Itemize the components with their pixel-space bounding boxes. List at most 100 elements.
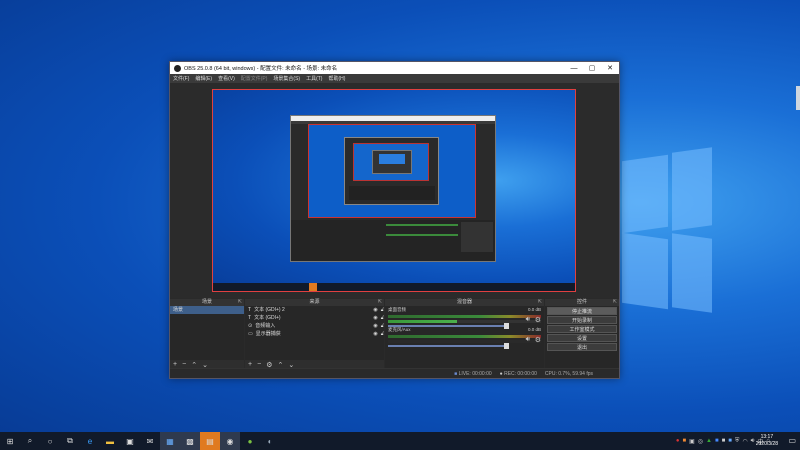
window-title: OBS 25.0.8 (64 bit, windows) - 配置文件: 未命名… xyxy=(184,66,338,72)
taskbar-app-icon[interactable]: ▩ xyxy=(180,432,200,450)
monitor-icon: ▭ xyxy=(248,331,253,337)
scenes-dock: 场景 ⇱ 场景 + − ⌃ ⌄ xyxy=(170,299,244,369)
menu-profile[interactable]: 配置文件(P) xyxy=(241,75,268,82)
add-icon[interactable]: + xyxy=(248,361,252,368)
obs-studio-icon[interactable]: ◉ xyxy=(220,432,240,450)
gear-icon[interactable]: ⚙ xyxy=(535,336,541,344)
start-recording-button[interactable]: 开始录制 xyxy=(547,316,617,324)
volume-slider[interactable] xyxy=(388,343,509,349)
studio-mode-button[interactable]: 工作室模式 xyxy=(547,325,617,333)
source-item[interactable]: T 文本 (GDI+) 2 ◉ 🔓︎ xyxy=(245,306,384,314)
channel-db: 0.0 dB xyxy=(527,327,541,332)
tray-icon[interactable]: ■ xyxy=(728,438,732,444)
mixer-title: 混音器 xyxy=(456,299,472,305)
taskbar-app-icon[interactable]: ▦ xyxy=(160,432,180,450)
volume-meter xyxy=(388,335,541,338)
rec-dot-icon: ● xyxy=(499,370,503,377)
obs-logo-icon xyxy=(174,64,181,72)
mail-icon[interactable]: ✉ xyxy=(140,432,160,450)
shield-icon[interactable]: ⛨ xyxy=(735,438,740,445)
add-icon[interactable]: + xyxy=(173,361,177,368)
tray-icon[interactable]: ■ xyxy=(722,438,726,444)
wifi-icon[interactable]: ◠ xyxy=(742,438,747,445)
tray-icon[interactable]: ■ xyxy=(682,438,686,444)
settings-button[interactable]: 设置 xyxy=(547,334,617,342)
desktop-edge-widget[interactable] xyxy=(796,86,800,110)
exit-button[interactable]: 退出 xyxy=(547,343,617,351)
preview-canvas[interactable] xyxy=(212,89,576,292)
lock-icon[interactable]: 🔓︎ xyxy=(381,306,384,314)
live-time: LIVE: 00:00:00 xyxy=(458,370,492,377)
lock-icon[interactable]: 🔓︎ xyxy=(381,314,384,322)
source-item[interactable]: T 文本 (GDI+) ◉ 🔓︎ xyxy=(245,314,384,322)
wechat-icon[interactable]: ● xyxy=(240,432,260,450)
speaker-icon[interactable]: 🔊︎ xyxy=(526,336,530,344)
clock[interactable]: 13:17 2020/3/28 xyxy=(756,434,778,448)
volume-icon[interactable]: 🔊︎ xyxy=(751,438,755,445)
steam-icon[interactable]: ◐ xyxy=(260,432,280,450)
tray-icon[interactable]: ◎ xyxy=(698,438,703,445)
stop-streaming-button[interactable]: 停止推流 xyxy=(547,307,617,315)
speaker-icon[interactable]: 🔊︎ xyxy=(526,316,530,324)
remove-icon[interactable]: − xyxy=(182,361,186,368)
rec-time: REC: 00:00:00 xyxy=(504,370,537,377)
live-dot-icon: ■ xyxy=(454,370,458,377)
menu-file[interactable]: 文件(F) xyxy=(173,75,189,82)
menu-bar: 文件(F) 编辑(E) 查看(V) 配置文件(P) 场景集合(S) 工具(T) … xyxy=(170,74,619,83)
dock-float-icon[interactable]: ⇱ xyxy=(613,299,617,306)
controls-title: 控件 xyxy=(576,299,587,305)
menu-tools[interactable]: 工具(T) xyxy=(306,75,322,82)
minimize-button[interactable]: — xyxy=(565,65,583,72)
taskbar-app-icon[interactable]: ▤ xyxy=(200,432,220,450)
tray-icon[interactable]: ▣ xyxy=(689,438,695,445)
preview-area[interactable] xyxy=(170,83,619,298)
title-bar[interactable]: OBS 25.0.8 (64 bit, windows) - 配置文件: 未命名… xyxy=(170,62,619,74)
remove-icon[interactable]: − xyxy=(257,361,261,368)
edge-icon[interactable]: e xyxy=(80,432,100,450)
menu-edit[interactable]: 编辑(E) xyxy=(195,75,212,82)
menu-view[interactable]: 查看(V) xyxy=(218,75,235,82)
eye-icon[interactable]: ◉ xyxy=(373,322,377,330)
volume-meter xyxy=(388,315,541,318)
menu-scene-collection[interactable]: 场景集合(S) xyxy=(273,75,300,82)
volume-meter-level xyxy=(388,320,541,323)
lock-icon[interactable]: 🔓︎ xyxy=(381,322,384,330)
mixer-channel: 麦克风/Aux 0.0 dB 🔊︎ ⚙ xyxy=(385,326,544,349)
text-icon: T xyxy=(248,307,252,313)
tray-icon[interactable]: ■ xyxy=(715,438,719,444)
status-bar: ■ LIVE: 00:00:00 ● REC: 00:00:00 CPU: 0.… xyxy=(170,368,619,378)
obs-window[interactable]: OBS 25.0.8 (64 bit, windows) - 配置文件: 未命名… xyxy=(169,61,620,379)
source-label: 文本 (GDI+) 2 xyxy=(254,307,285,313)
live-status: ■ LIVE: 00:00:00 xyxy=(454,371,492,377)
channel-db: 0.0 dB xyxy=(527,307,541,312)
maximize-button[interactable]: ▢ xyxy=(583,64,601,72)
windows-start-icon[interactable]: ⊞ xyxy=(0,432,20,450)
channel-name: 麦克风/Aux xyxy=(388,327,411,332)
clock-date: 2020/3/28 xyxy=(755,441,778,447)
tray-icon[interactable]: ▲ xyxy=(706,438,712,444)
nested-obs-window xyxy=(290,115,496,262)
dock-float-icon[interactable]: ⇱ xyxy=(238,299,242,306)
volume-meter-level xyxy=(388,340,541,343)
gear-icon[interactable]: ⚙ xyxy=(535,316,541,324)
dock-float-icon[interactable]: ⇱ xyxy=(538,299,542,306)
file-explorer-icon[interactable]: ▬ xyxy=(100,432,120,450)
scene-item[interactable]: 场景 xyxy=(170,306,244,314)
dock-float-icon[interactable]: ⇱ xyxy=(378,299,382,306)
lock-icon[interactable]: 🔓︎ xyxy=(381,330,384,338)
cortana-icon[interactable]: ○ xyxy=(40,432,60,450)
menu-help[interactable]: 帮助(H) xyxy=(328,75,345,82)
close-button[interactable]: ✕ xyxy=(601,64,619,72)
notification-icon[interactable]: ▭ xyxy=(788,436,796,445)
task-view-icon[interactable]: ⧉ xyxy=(60,432,80,450)
eye-icon[interactable]: ◉ xyxy=(373,306,377,314)
eye-icon[interactable]: ◉ xyxy=(373,314,377,322)
search-icon[interactable]: ⌕ xyxy=(20,432,40,450)
text-icon: T xyxy=(248,315,252,321)
taskbar: ⊞ ⌕ ○ ⧉ e ▬ ▣ ✉ ▦ ▩ ▤ ◉ ● ◐ ● ■ ▣ ◎ ▲ ■ … xyxy=(0,432,800,450)
tray-icon[interactable]: ● xyxy=(676,438,680,444)
store-icon[interactable]: ▣ xyxy=(120,432,140,450)
source-item[interactable]: ▭ 显示器捕获 ◉ 🔓︎ xyxy=(245,330,384,338)
eye-icon[interactable]: ◉ xyxy=(373,330,377,338)
source-item[interactable]: ⊙ 音频输入 ◉ 🔓︎ xyxy=(245,322,384,330)
